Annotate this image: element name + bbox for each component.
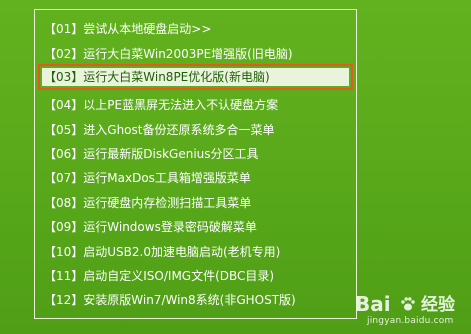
menu-item-07[interactable]: 【07】运行MaxDos工具箱增强版菜单 (42, 169, 349, 187)
boot-menu: 【01】尝试从本地硬盘启动>> 【02】运行大白菜Win2003PE增强版(旧电… (34, 9, 357, 319)
menu-item-12[interactable]: 【12】安装原版Win7/Win8系统(非GHOST版) (42, 291, 349, 309)
watermark-suffix-text: 经验 (421, 295, 455, 315)
menu-item-09[interactable]: 【09】运行Windows登录密码破解菜单 (42, 218, 349, 236)
menu-item-06[interactable]: 【06】运行最新版DiskGenius分区工具 (42, 145, 349, 163)
boot-menu-screen: 【01】尝试从本地硬盘启动>> 【02】运行大白菜Win2003PE增强版(旧电… (0, 0, 471, 334)
menu-item-03[interactable]: 【03】运行大白菜Win8PE优化版(新电脑) (38, 64, 353, 90)
menu-item-01[interactable]: 【01】尝试从本地硬盘启动>> (42, 20, 349, 38)
menu-item-02[interactable]: 【02】运行大白菜Win2003PE增强版(旧电脑) (42, 45, 349, 63)
menu-item-10[interactable]: 【10】启动USB2.0加速电脑启动(老机专用) (42, 243, 349, 261)
paw-icon (401, 297, 415, 311)
menu-item-08[interactable]: 【08】运行硬盘内存检测扫描工具菜单 (42, 194, 349, 212)
menu-item-11[interactable]: 【11】启动自定义ISO/IMG文件(DBC目录) (42, 267, 349, 285)
watermark-url: jingyan.baidu.com (367, 316, 454, 326)
menu-item-05[interactable]: 【05】进入Ghost备份还原系统多合一菜单 (42, 121, 349, 139)
baidu-jingyan-watermark: Bai 经验 jingyan.baidu.com (355, 293, 465, 329)
watermark-logo-text: Bai (355, 292, 391, 316)
menu-item-04[interactable]: 【04】以上PE蓝黑屏无法进入不认硬盘方案 (42, 96, 349, 114)
